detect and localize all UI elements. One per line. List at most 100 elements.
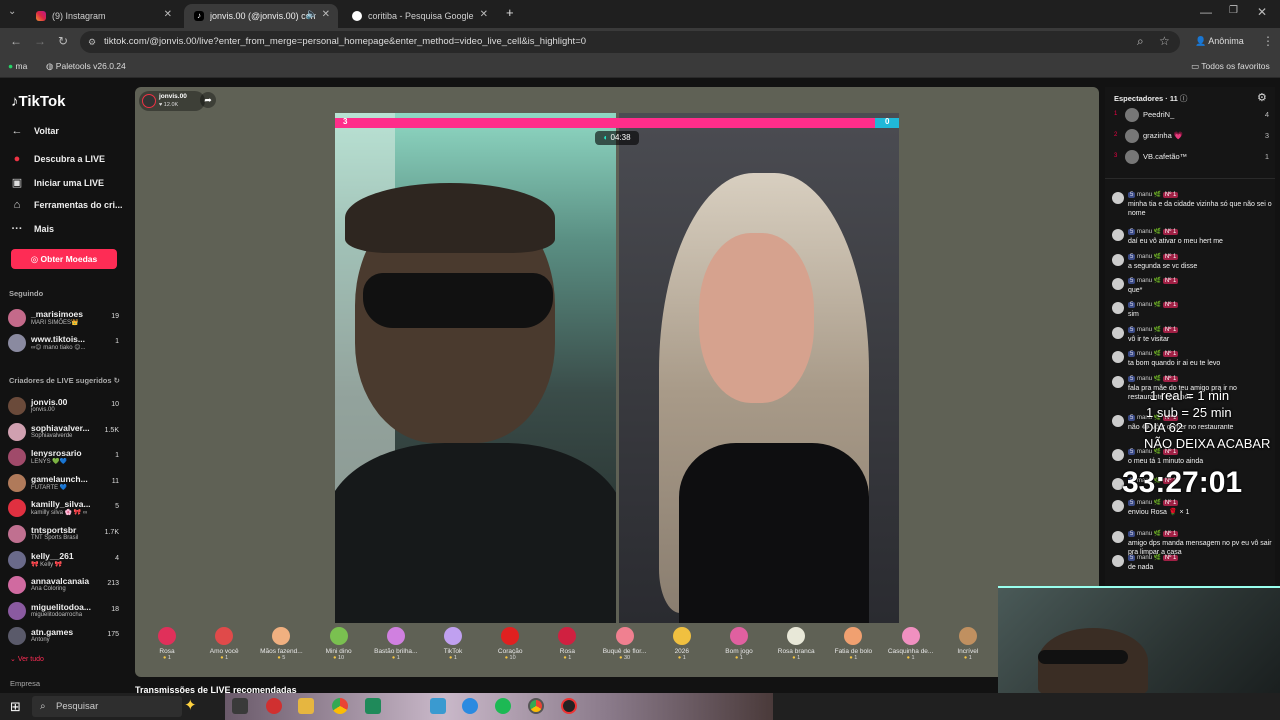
incognito-label[interactable]: 👤 Anônima — [1195, 36, 1244, 47]
viewer-count: 213 — [107, 580, 119, 588]
tab-search-icon[interactable]: ⌄ — [8, 6, 16, 17]
chat-username: manu 🌿 — [1137, 302, 1162, 308]
company-link[interactable]: Empresa — [10, 679, 40, 688]
all-favorites[interactable]: ▭ Todos os favoritos — [1191, 61, 1270, 72]
gift-item[interactable]: Buquê de flor... ● 30 — [595, 627, 655, 661]
gift-item[interactable]: Mãos fazend... ● 5 — [251, 627, 311, 661]
bookmark-paletools[interactable]: ◍ Paletools v26.0.24 — [46, 61, 126, 72]
following-account[interactable]: _marisimoes MARI SIMÕES👑 19 — [8, 307, 123, 331]
back-icon: ← — [11, 125, 23, 137]
account-name: atn.games — [31, 627, 74, 638]
refresh-icon[interactable]: ↻ — [114, 376, 120, 385]
chat-badges: 5 manu 🌿 Nº 1 — [1128, 350, 1179, 357]
file-explorer-icon[interactable] — [298, 698, 314, 714]
creator-account[interactable]: tntsportsbr TNT Sports Brasil 1.7K — [8, 523, 123, 547]
nav-start-live[interactable]: ▣ Iniciar uma LIVE — [10, 176, 104, 189]
level-badge: 5 — [1128, 500, 1136, 506]
gift-item[interactable]: Bom jogo ● 1 — [709, 627, 769, 661]
gift-item[interactable]: Rosa ● 1 — [537, 627, 597, 661]
app-icon-blue[interactable] — [430, 698, 446, 714]
minimize-icon[interactable]: — — [1200, 5, 1212, 19]
creator-account[interactable]: gamelaunch... FUTARTE 💙 11 — [8, 472, 123, 496]
spotify-icon[interactable] — [495, 698, 511, 714]
chrome-active-icon[interactable] — [528, 698, 544, 714]
edge-icon[interactable] — [462, 698, 478, 714]
tiktok-logo[interactable]: ♪TikTok — [11, 93, 65, 110]
host-info[interactable]: jonvis.00 ♥ 12.0K — [139, 91, 205, 111]
bookmark-ma[interactable]: ● ma — [8, 61, 27, 71]
windows-start-icon[interactable]: ⊞ — [10, 699, 21, 715]
new-tab-button[interactable]: + — [506, 5, 514, 20]
gift-item[interactable]: 2026 ● 1 — [652, 627, 712, 661]
taskbar-search[interactable]: ⌕ Pesquisar — [32, 696, 182, 717]
gift-item[interactable]: Fatia de bolo ● 1 — [823, 627, 883, 661]
share-icon[interactable]: ➦ — [200, 92, 216, 108]
coins-label: Obter Moedas — [40, 254, 98, 264]
account-subtitle: miguelitodoarrocha — [31, 611, 83, 618]
get-coins-button[interactable]: ◎ Obter Moedas — [11, 249, 117, 269]
following-title: Seguindo — [9, 289, 44, 298]
gift-item[interactable]: Casquinha de... ● 1 — [881, 627, 941, 661]
gift-item[interactable]: Coração ● 10 — [480, 627, 540, 661]
menu-icon[interactable]: ⋮ — [1262, 34, 1274, 48]
back-arrow-icon[interactable]: ← — [10, 34, 22, 48]
forward-arrow-icon[interactable]: → — [34, 34, 46, 48]
info-icon[interactable]: ⓘ — [1180, 94, 1188, 103]
close-icon[interactable]: ✕ — [164, 9, 172, 20]
close-icon[interactable]: ✕ — [480, 9, 488, 20]
see-all-link[interactable]: ⌄ Ver tudo — [10, 655, 44, 663]
obs-icon[interactable] — [561, 698, 577, 714]
zoom-icon[interactable]: ⌕ — [1137, 34, 1144, 49]
gift-item[interactable]: Rosa branca ● 1 — [766, 627, 826, 661]
back-link[interactable]: ← Voltar — [10, 125, 59, 137]
following-account[interactable]: www.tiktois... ∞😊 mano tiako 😊... 1 — [8, 332, 123, 356]
app-icon-green[interactable] — [365, 698, 381, 714]
app-icon-red[interactable] — [266, 698, 282, 714]
gift-item[interactable]: Bastão brilha... ● 1 — [366, 627, 426, 661]
close-icon[interactable]: ✕ — [322, 9, 330, 20]
nav-creator-tools[interactable]: ⌂ Ferramentas do cri... — [10, 199, 123, 211]
gift-item[interactable]: TikTok ● 1 — [423, 627, 483, 661]
viewer-row[interactable]: 2 grazinha 💗 3 — [1111, 128, 1269, 146]
nav-discover-live[interactable]: ● Descubra a LIVE — [10, 153, 105, 165]
url-field[interactable]: ⚙ tiktok.com/@jonvis.00/live?enter_from_… — [80, 31, 1180, 53]
tab-instagram[interactable]: (9) Instagram ✕ — [26, 4, 180, 28]
creator-account[interactable]: miguelitodoa... miguelitodoarrocha 18 — [8, 600, 123, 624]
viewer-row[interactable]: 1 PeedriN_ 4 — [1111, 107, 1269, 125]
chat-username: manu 🌿 — [1137, 229, 1162, 235]
tab-google[interactable]: coritiba - Pesquisa Google ✕ — [342, 4, 496, 28]
live-stream-player[interactable]: jonvis.00 ♥ 12.0K ➦ 3 0 ◐ 04:38 Rosa ● 1A… — [135, 87, 1099, 677]
close-window-icon[interactable]: ✕ — [1257, 5, 1267, 19]
nav-label: Mais — [34, 224, 55, 234]
account-name: jonvis.00 — [31, 397, 68, 407]
hair-shape — [345, 183, 555, 253]
settings-icon[interactable]: ⚙ — [1257, 91, 1267, 104]
creator-account[interactable]: atn.games Antony 175 — [8, 625, 123, 649]
creator-account[interactable]: lenysrosario LENYS 💚💙 1 — [8, 446, 123, 470]
gift-item[interactable]: Mini dino ● 10 — [309, 627, 369, 661]
restore-icon[interactable]: ❐ — [1229, 5, 1238, 16]
gift-item[interactable]: Incrível ● 1 — [938, 627, 998, 661]
star-icon[interactable]: ☆ — [1159, 34, 1170, 48]
gift-item[interactable]: Rosa ● 1 — [137, 627, 197, 661]
chrome-icon[interactable] — [332, 698, 348, 714]
avatar — [8, 525, 26, 543]
gift-price-value: 5 — [282, 655, 286, 661]
site-info-icon[interactable]: ⚙ — [88, 31, 96, 53]
creator-account[interactable]: sophiavalver... Sophiavalverde 1.5K — [8, 421, 123, 445]
speaker-icon[interactable]: 🔈 — [306, 9, 318, 20]
gift-item[interactable]: Amo você ● 1 — [194, 627, 254, 661]
gift-price-value: 10 — [337, 655, 345, 661]
copilot-sparkle-icon[interactable]: ✦ — [184, 696, 197, 714]
reload-icon[interactable]: ↻ — [58, 34, 68, 48]
chat-text: de nada — [1128, 564, 1154, 571]
creator-account[interactable]: jonvis.00 jonvis.00 10 — [8, 395, 123, 419]
creator-account[interactable]: kamilly_silva... kamilly silva 🌸 🎀 ∞ 5 — [8, 497, 123, 521]
tab-tiktok[interactable]: ♪ jonvis.00 (@jonvis.00) come 🔈 ✕ — [184, 4, 338, 28]
task-view-icon[interactable] — [232, 698, 248, 714]
creator-account[interactable]: annavalcanaia Ana Coloring 213 — [8, 574, 123, 598]
chat-avatar — [1112, 449, 1124, 461]
creator-account[interactable]: kelly__261 🎀 Kelly 🎀 4 — [8, 549, 123, 573]
nav-more[interactable]: ··· Mais — [10, 223, 55, 235]
viewer-row[interactable]: 3 VB.cafetão™ 1 — [1111, 149, 1269, 167]
